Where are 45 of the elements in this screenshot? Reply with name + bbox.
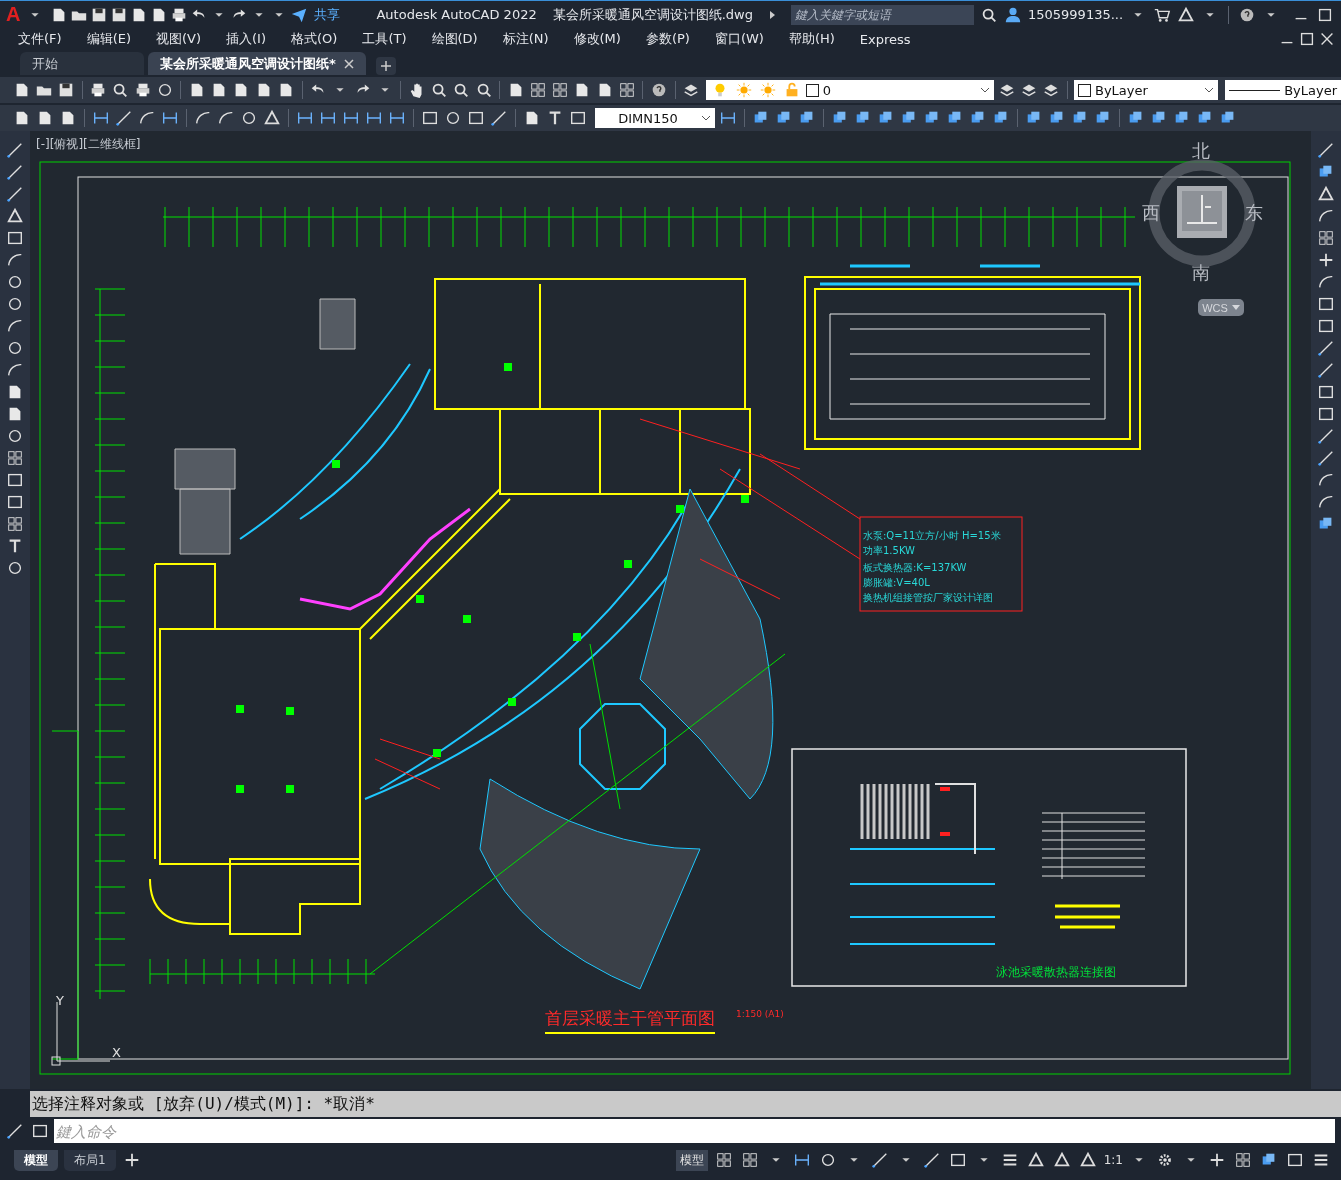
equipment-note: 换热机组接管按厂家设计详图 [863, 591, 993, 605]
menu-item[interactable]: 标注(N) [502, 30, 560, 48]
menu-item[interactable]: 格式(O) [291, 30, 349, 48]
compass-label[interactable]: 北 [1192, 139, 1210, 163]
compass-label[interactable]: 东 [1245, 201, 1263, 225]
file-tab[interactable]: 某会所采暖通风空调设计图纸* [148, 52, 366, 75]
menu-item[interactable]: 文件(F) [18, 30, 73, 48]
layout-tab[interactable]: 布局1 [64, 1149, 116, 1171]
drawing-scale: 1:150 (A1) [736, 1009, 784, 1019]
menu-item[interactable]: 视图(V) [156, 30, 213, 48]
layer-dropdown[interactable]: 0 [705, 80, 995, 100]
equipment-note: 板式换热器:K=137KW [863, 561, 967, 575]
menu-item[interactable]: 修改(M) [573, 30, 632, 48]
user-name[interactable]: 1505999135... [1028, 7, 1124, 22]
menu-item[interactable]: 参数(P) [645, 30, 701, 48]
command-history: 选择注释对象或 [放弃(U)/模式(M)]: *取消* [30, 1091, 1341, 1117]
compass-label[interactable]: 西 [1142, 201, 1160, 225]
detail-title: 泳池采暖散热器连接图 [996, 964, 1116, 981]
equipment-note: 功率1.5KW [863, 544, 915, 558]
menu-item[interactable]: 绘图(D) [431, 30, 489, 48]
linetype-dropdown[interactable]: ByLayer [1225, 80, 1341, 100]
menu-item[interactable]: 编辑(E) [86, 30, 142, 48]
ucs-axis-label: Y [56, 993, 64, 1008]
file-title: 某会所采暖通风空调设计图纸.dwg [552, 5, 753, 24]
ucs-axis-label: X [112, 1045, 121, 1060]
layout-tab[interactable]: 模型 [14, 1149, 58, 1171]
equipment-note: 膨胀罐:V=40L [863, 576, 930, 590]
command-input[interactable]: 鍵入命令 [54, 1119, 1335, 1143]
share-link[interactable]: 共享 [314, 5, 341, 24]
menu-item[interactable]: 帮助(H) [788, 30, 846, 48]
model-space-button[interactable]: 模型 [675, 1149, 708, 1171]
menu-item[interactable]: 工具(T) [362, 30, 418, 48]
menu-item[interactable]: 插入(I) [226, 30, 277, 48]
annotation-scale[interactable]: 1:1 [1103, 1153, 1123, 1167]
drawing-title: 首层采暖主干管平面图 [545, 1007, 715, 1034]
dimension-style-dropdown[interactable]: DIMN150 [595, 108, 715, 128]
viewport-label[interactable]: [-][俯视][二维线框] [36, 136, 141, 153]
app-title: Autodesk AutoCAD 2022 [376, 7, 537, 22]
equipment-note: 水泵:Q=11立方/小时 H=15米 [863, 529, 1001, 543]
file-tab[interactable]: 开始 [20, 52, 144, 75]
color-dropdown[interactable]: ByLayer [1073, 80, 1219, 100]
compass-label[interactable]: 南 [1192, 261, 1210, 285]
menu-item[interactable]: 窗口(W) [714, 30, 775, 48]
search-field[interactable]: 鍵入关鍵字或短语 [791, 4, 974, 25]
menu-item[interactable]: Express [859, 31, 922, 47]
